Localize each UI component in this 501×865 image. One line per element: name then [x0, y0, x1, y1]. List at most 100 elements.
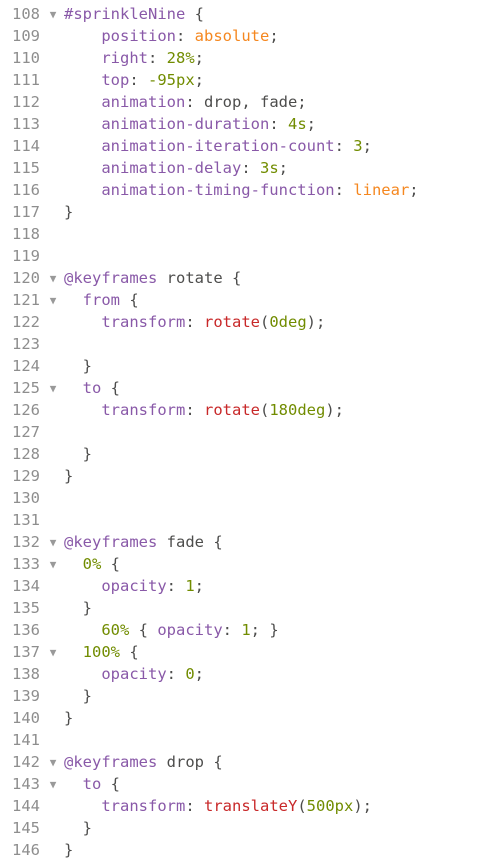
- code-token: 500px: [306, 797, 354, 815]
- code-token: }: [64, 687, 92, 705]
- fold-arrow-icon[interactable]: ▼: [44, 756, 62, 769]
- code-line[interactable]: 125 ▼ to {: [0, 377, 501, 399]
- code-text: right: 28%;: [62, 49, 204, 67]
- fold-arrow-icon[interactable]: ▼: [44, 778, 62, 791]
- code-line[interactable]: 108 ▼ #sprinkleNine {: [0, 3, 501, 25]
- code-line[interactable]: 123: [0, 333, 501, 355]
- line-number: 126: [12, 401, 40, 419]
- line-number: 134: [12, 577, 40, 595]
- line-gutter: 146: [0, 841, 62, 859]
- code-token: {: [101, 379, 121, 397]
- code-line[interactable]: 146}: [0, 839, 501, 861]
- code-line[interactable]: 117}: [0, 201, 501, 223]
- code-line[interactable]: 140}: [0, 707, 501, 729]
- code-token: #sprinkleNine: [64, 5, 186, 23]
- code-line[interactable]: 136 60% { opacity: 1; }: [0, 619, 501, 641]
- fold-arrow-icon[interactable]: ▼: [44, 382, 62, 395]
- code-line[interactable]: 119: [0, 245, 501, 267]
- code-token: animation: [101, 93, 186, 111]
- code-token: animation-duration: [101, 115, 270, 133]
- line-gutter: 133 ▼: [0, 555, 62, 573]
- code-line[interactable]: 112 animation: drop, fade;: [0, 91, 501, 113]
- code-line[interactable]: 134 opacity: 1;: [0, 575, 501, 597]
- fold-arrow-icon[interactable]: ▼: [44, 558, 62, 571]
- code-line[interactable]: 142 ▼ @keyframes drop {: [0, 751, 501, 773]
- line-number: 109: [12, 27, 40, 45]
- code-token: );: [306, 313, 326, 331]
- code-line[interactable]: 124 }: [0, 355, 501, 377]
- line-gutter: 127: [0, 423, 62, 441]
- fold-arrow-icon[interactable]: ▼: [44, 8, 62, 21]
- code-line[interactable]: 116 animation-timing-function: linear;: [0, 179, 501, 201]
- code-line[interactable]: 143 ▼ to {: [0, 773, 501, 795]
- code-text: @keyframes fade {: [62, 533, 223, 551]
- code-line[interactable]: 110 right: 28%;: [0, 47, 501, 69]
- code-line[interactable]: 129}: [0, 465, 501, 487]
- fold-arrow-icon[interactable]: ▼: [44, 294, 62, 307]
- line-number: 130: [12, 489, 40, 507]
- line-gutter: 118: [0, 225, 62, 243]
- code-line[interactable]: 122 transform: rotate(0deg);: [0, 311, 501, 333]
- line-gutter: 137 ▼: [0, 643, 62, 661]
- code-token: right: [101, 49, 148, 67]
- line-gutter: 143 ▼: [0, 775, 62, 793]
- code-token: }: [64, 709, 74, 727]
- code-line[interactable]: 118: [0, 223, 501, 245]
- line-number: 117: [12, 203, 40, 221]
- code-line[interactable]: 115 animation-delay: 3s;: [0, 157, 501, 179]
- code-line[interactable]: 135 }: [0, 597, 501, 619]
- code-token: 100%: [82, 643, 120, 661]
- code-text: 60% { opacity: 1; }: [62, 621, 278, 639]
- code-line[interactable]: 120 ▼ @keyframes rotate {: [0, 267, 501, 289]
- code-text: }: [62, 709, 73, 727]
- code-line[interactable]: 132 ▼ @keyframes fade {: [0, 531, 501, 553]
- code-token: drop {: [157, 753, 223, 771]
- fold-arrow-icon[interactable]: ▼: [44, 272, 62, 285]
- code-token: ;: [306, 115, 316, 133]
- code-editor[interactable]: 108 ▼ #sprinkleNine {109 position: absolut…: [0, 0, 501, 865]
- line-gutter: 124: [0, 357, 62, 375]
- code-line[interactable]: 128 }: [0, 443, 501, 465]
- code-text: top: -95px;: [62, 71, 204, 89]
- code-token: :: [334, 181, 354, 199]
- code-line[interactable]: 127: [0, 421, 501, 443]
- line-gutter: 140: [0, 709, 62, 727]
- code-line[interactable]: 114 animation-iteration-count: 3;: [0, 135, 501, 157]
- line-number: 132: [12, 533, 40, 551]
- code-text: animation: drop, fade;: [62, 93, 306, 111]
- code-line[interactable]: 144 transform: translateY(500px);: [0, 795, 501, 817]
- code-line[interactable]: 145 }: [0, 817, 501, 839]
- code-line[interactable]: 141: [0, 729, 501, 751]
- code-line[interactable]: 126 transform: rotate(180deg);: [0, 399, 501, 421]
- code-line[interactable]: 113 animation-duration: 4s;: [0, 113, 501, 135]
- code-line[interactable]: 137 ▼ 100% {: [0, 641, 501, 663]
- code-line[interactable]: 109 position: absolute;: [0, 25, 501, 47]
- line-number: 138: [12, 665, 40, 683]
- code-line[interactable]: 111 top: -95px;: [0, 69, 501, 91]
- code-line[interactable]: 133 ▼ 0% {: [0, 553, 501, 575]
- code-line[interactable]: 131: [0, 509, 501, 531]
- code-token: 28%: [166, 49, 195, 67]
- code-line[interactable]: 139 }: [0, 685, 501, 707]
- code-token: (: [260, 313, 270, 331]
- code-token: :: [129, 71, 148, 89]
- code-token: 0%: [82, 555, 102, 573]
- fold-arrow-icon[interactable]: ▼: [44, 536, 62, 549]
- code-token: 4s: [287, 115, 307, 133]
- code-line[interactable]: 138 opacity: 0;: [0, 663, 501, 685]
- code-line[interactable]: 121 ▼ from {: [0, 289, 501, 311]
- code-token: 0: [185, 665, 195, 683]
- code-token: :: [166, 577, 186, 595]
- line-gutter: 138: [0, 665, 62, 683]
- line-gutter: 112: [0, 93, 62, 111]
- code-line[interactable]: 130: [0, 487, 501, 509]
- code-text: 0% {: [62, 555, 120, 573]
- fold-arrow-icon[interactable]: ▼: [44, 646, 62, 659]
- code-token: rotate: [204, 401, 260, 419]
- code-token: {: [101, 555, 121, 573]
